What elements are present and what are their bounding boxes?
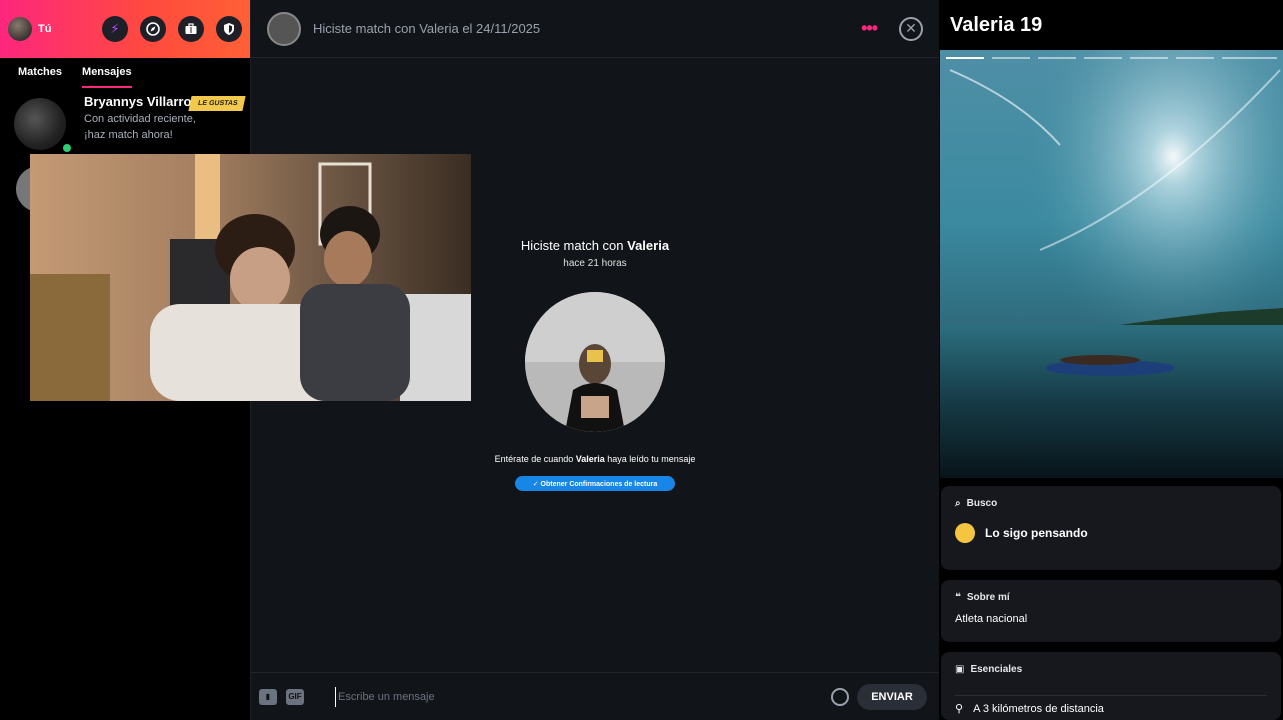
read-name: Valeria [575, 454, 605, 464]
header-icons: ⚡ [102, 16, 242, 42]
contact-card-icon[interactable]: ▮ [259, 688, 277, 705]
quote-icon: ❝ [955, 592, 961, 603]
send-button[interactable]: ENVIAR [857, 683, 927, 710]
essentials-label: ▣ Esenciales [955, 664, 1267, 675]
emoji-icon[interactable] [831, 687, 849, 706]
webcam-overlay [30, 154, 471, 401]
likes-you-badge: LE GUSTAS [188, 96, 246, 111]
about-me-card: ❝ Sobre mí Atleta nacional [941, 580, 1281, 642]
message-input[interactable] [335, 686, 815, 707]
compass-icon[interactable] [140, 16, 166, 42]
message-composer: ▮ GIF ENVIAR [251, 672, 939, 720]
looking-for-label-text: Busco [966, 498, 998, 509]
avatar [14, 98, 66, 150]
essentials-label-text: Esenciales [970, 664, 1023, 675]
my-profile-label[interactable]: Tú [38, 23, 51, 35]
online-indicator [63, 144, 71, 152]
app-root: Tú ⚡ Matches Mensajes Bryannys Villarroe… [0, 0, 1283, 720]
about-me-label: ❝ Sobre mí [955, 592, 1267, 603]
id-card-icon: ▣ [955, 664, 965, 675]
looking-for-value: Lo sigo pensando [955, 523, 1267, 543]
bolt-icon[interactable]: ⚡ [102, 16, 128, 42]
my-avatar[interactable] [8, 17, 32, 41]
looking-for-value-text: Lo sigo pensando [985, 526, 1088, 540]
tab-messages[interactable]: Mensajes [82, 66, 132, 88]
looking-for-label: ⌕ Busco [955, 498, 1267, 509]
read-suffix: haya leído tu mensaje [604, 454, 696, 464]
briefcase-icon[interactable] [178, 16, 204, 42]
read-receipt-text: Entérate de cuando Valeria haya leído tu… [251, 454, 939, 464]
gif-button[interactable]: GIF [286, 688, 304, 705]
chat-title: Hiciste match con Valeria el 24/11/2025 [313, 21, 541, 36]
looking-for-card: ⌕ Busco Lo sigo pensando [941, 486, 1281, 570]
sidebar-tabs: Matches Mensajes [0, 58, 250, 88]
essentials-card: ▣ Esenciales ⚲ A 3 kilómetros de distanc… [941, 652, 1281, 720]
close-icon: ✕ [905, 20, 917, 36]
tab-matches[interactable]: Matches [18, 66, 62, 88]
sidebar-header: Tú ⚡ [0, 0, 250, 58]
more-options-icon[interactable]: ••• [861, 18, 878, 39]
thinking-emoji-icon [955, 523, 975, 543]
location-pin-icon: ⚲ [955, 703, 964, 715]
list-item[interactable]: Bryannys Villarroel Con actividad recien… [0, 88, 250, 156]
read-prefix: Entérate de cuando [494, 454, 576, 464]
match-photo[interactable] [525, 292, 665, 432]
chat-header: Hiciste match con Valeria el 24/11/2025 … [251, 0, 939, 58]
webcam-image [30, 154, 471, 401]
match-subtitle: Con actividad reciente, ¡haz match ahora… [84, 113, 196, 141]
profile-photo[interactable] [940, 50, 1283, 478]
distance-text: A 3 kilómetros de distancia [973, 702, 1104, 715]
about-me-label-text: Sobre mí [966, 592, 1010, 603]
match-heading-name: Valeria [627, 238, 670, 253]
shield-icon[interactable] [216, 16, 242, 42]
distance-row: ⚲ A 3 kilómetros de distancia [955, 695, 1267, 715]
match-heading-prefix: Hiciste match con [520, 238, 628, 253]
about-me-value: Atleta nacional [955, 613, 1028, 625]
close-button[interactable]: ✕ [899, 16, 923, 41]
read-receipts-button[interactable]: ✓ Obtener Confirmaciones de lectura [515, 476, 675, 491]
search-icon: ⌕ [955, 498, 961, 509]
profile-panel: Valeria 19 ⌕ Busco Lo sigo pensando ❝ So… [939, 0, 1283, 720]
profile-title: Valeria 19 [950, 13, 1043, 36]
avatar[interactable] [267, 11, 301, 46]
